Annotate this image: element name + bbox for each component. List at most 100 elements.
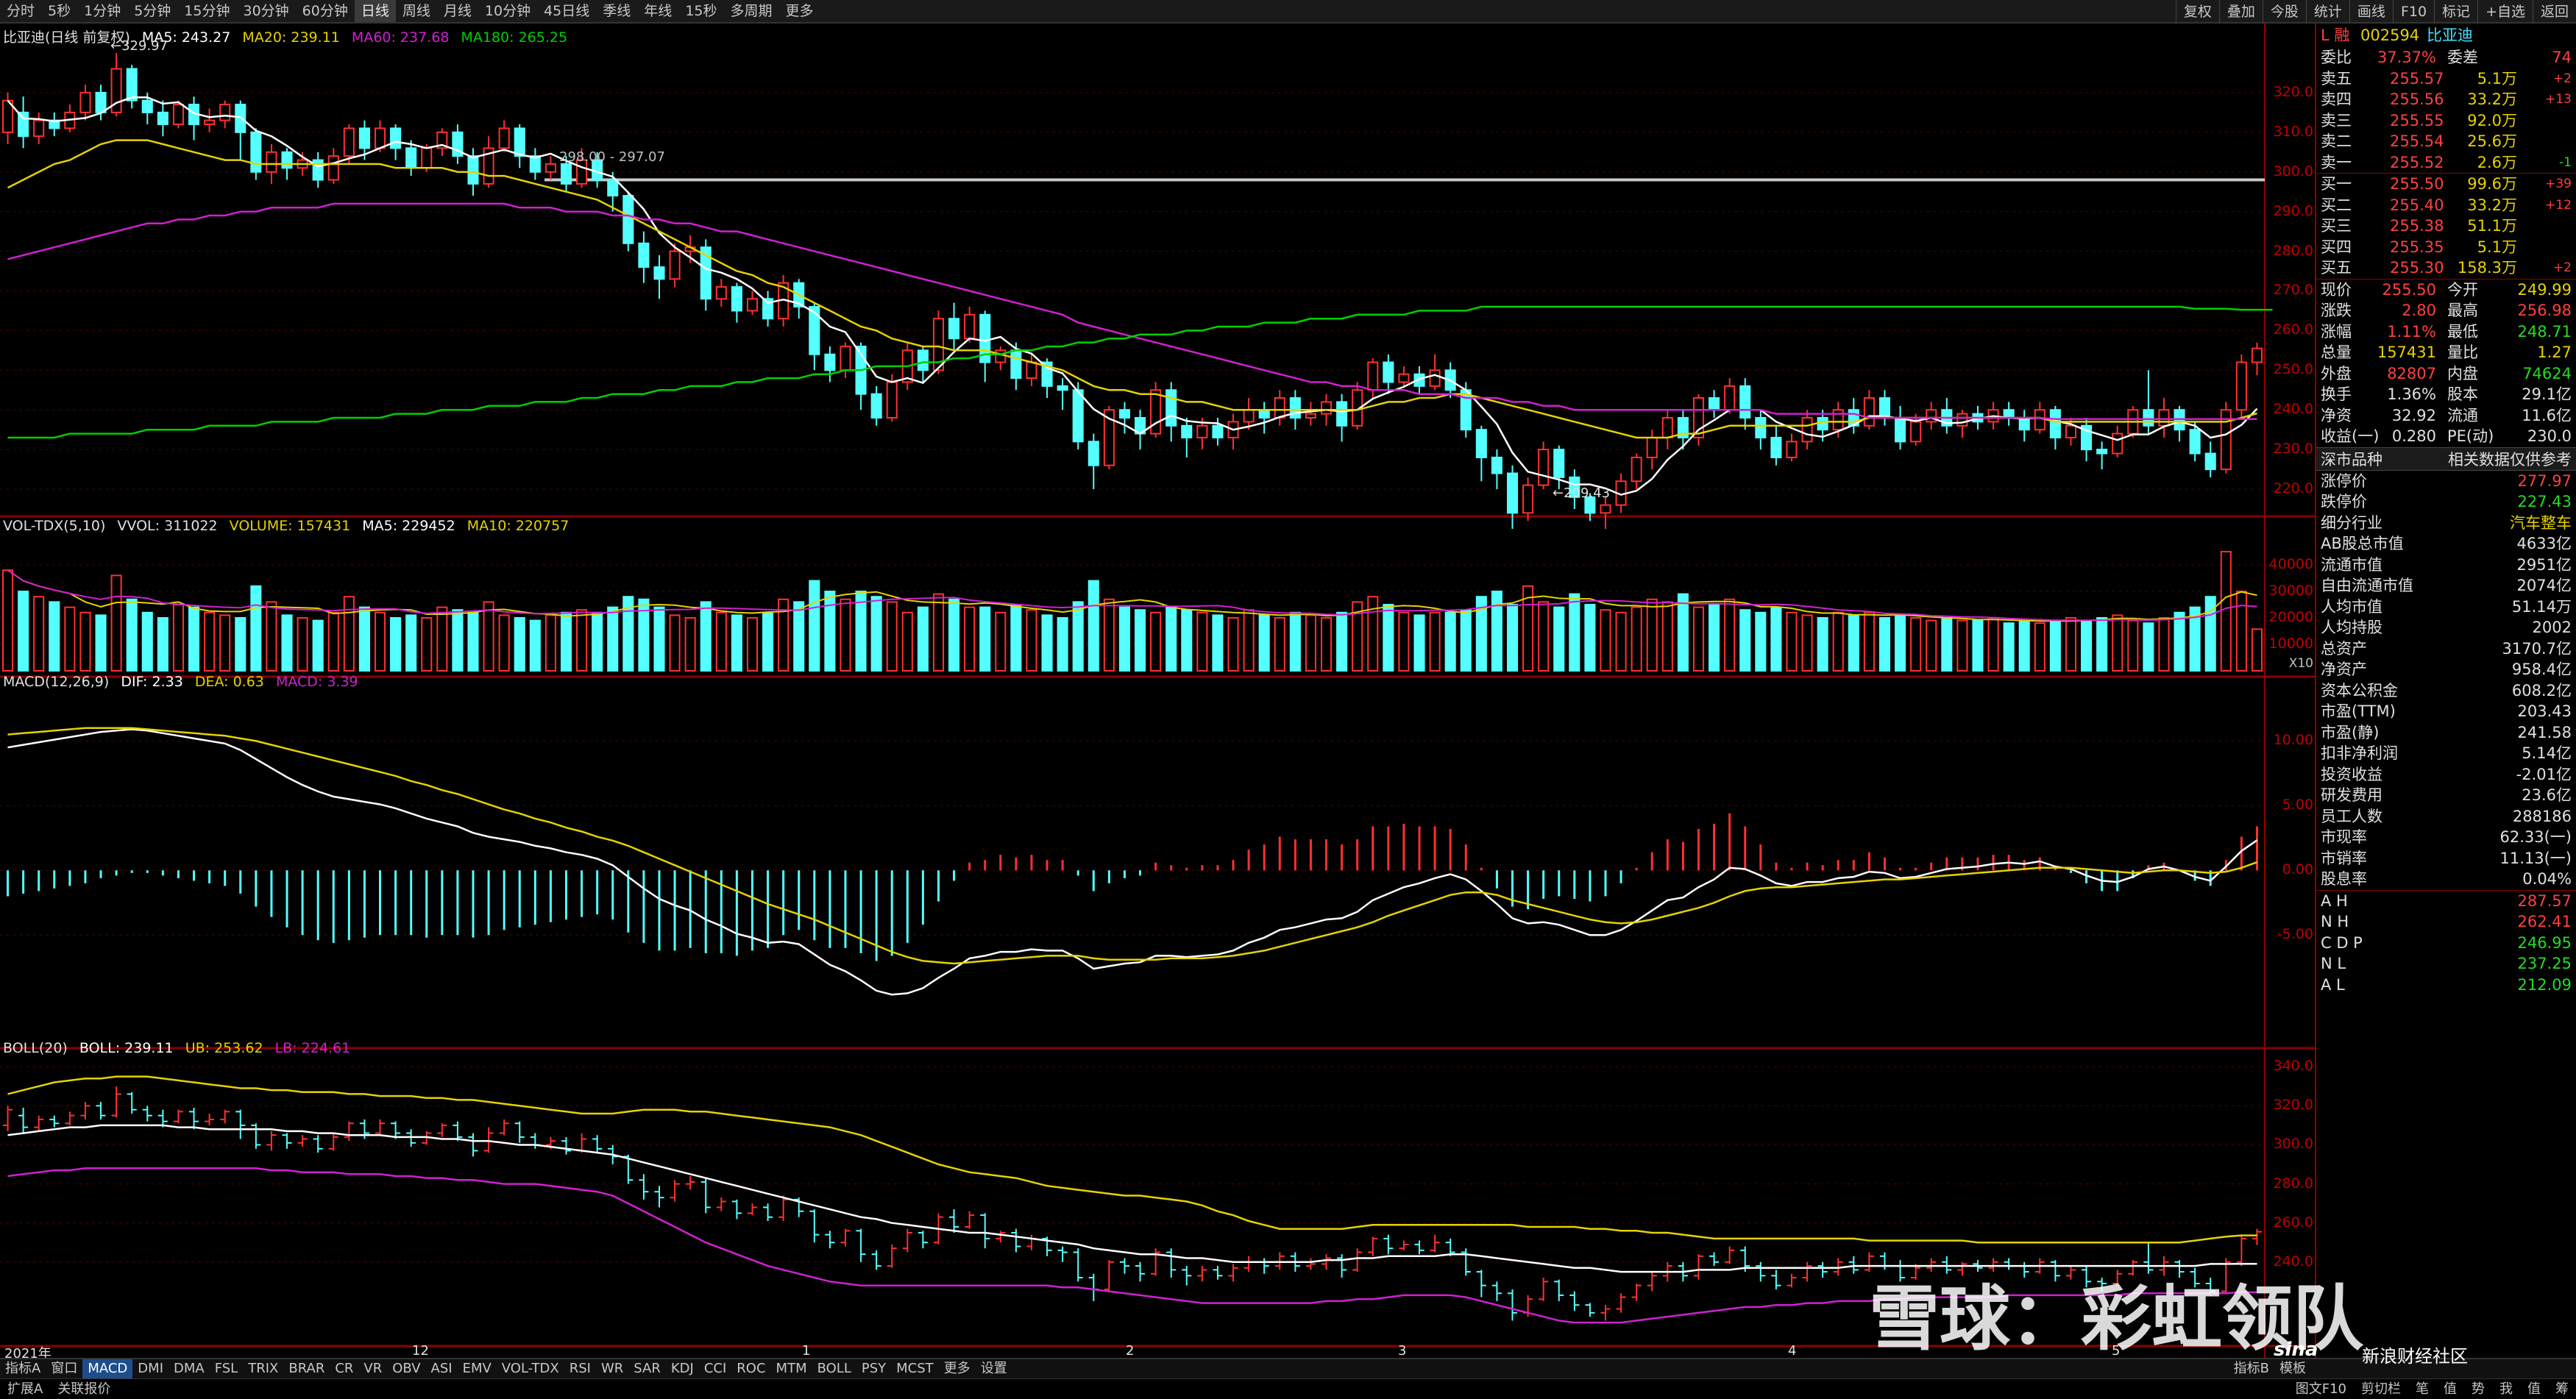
volume-bar-34 (529, 619, 541, 672)
volume-bar-119 (1848, 614, 1859, 672)
margin-tag: L 融 (2321, 26, 2350, 44)
candle-body-75 (1165, 389, 1177, 427)
candle-body-121 (1878, 397, 1891, 419)
indicator-tab-13[interactable]: VOL-TDX (497, 1359, 564, 1378)
status-right-2[interactable]: 笔 (2408, 1380, 2436, 1399)
indicator-tab-11[interactable]: ASI (426, 1359, 458, 1378)
stat-row-5-l1: 换手 (2321, 385, 2352, 403)
bid-vol-0: 99.6万 (2467, 175, 2517, 193)
volume-bar-2 (33, 596, 45, 672)
bid-row-3: 买四 255.35 5.1万 (2316, 237, 2576, 258)
candle-body-122 (1895, 417, 1906, 443)
expand-a-tab[interactable]: 扩展A (0, 1380, 50, 1399)
indicator-tab-20[interactable]: MTM (771, 1359, 812, 1378)
macd-dif-line (7, 728, 2258, 996)
period-11[interactable]: 45日线 (537, 0, 596, 22)
indicator-tab-2[interactable]: MACD (82, 1359, 133, 1378)
candle-body-22 (343, 127, 355, 157)
status-right-0[interactable]: 图文F10 (2288, 1380, 2354, 1399)
macd-axis-label-1: 5.00 (2282, 797, 2313, 814)
volume-bar-59 (917, 606, 929, 672)
indicator-tab-0[interactable]: 指标A (0, 1359, 46, 1378)
indicator-tab-17[interactable]: KDJ (666, 1359, 699, 1378)
fin-row-4-label: 人均市值 (2321, 597, 2382, 616)
period-2[interactable]: 1分钟 (77, 0, 127, 22)
period-6[interactable]: 60分钟 (296, 0, 355, 22)
indicator-tab-1[interactable]: 窗口 (46, 1359, 82, 1378)
status-right-7[interactable]: 筹 (2548, 1380, 2576, 1399)
indicator-tab-10[interactable]: OBV (387, 1359, 425, 1378)
indicator-tab-19[interactable]: ROC (731, 1359, 770, 1378)
period-10[interactable]: 10分钟 (478, 0, 537, 22)
boll-mid-line (7, 1124, 2257, 1273)
extra-row-2-label: C D P (2321, 933, 2363, 952)
period-4[interactable]: 15分钟 (177, 0, 236, 22)
period-5[interactable]: 30分钟 (236, 0, 295, 22)
indicator-tab-14[interactable]: RSI (564, 1359, 596, 1378)
period-9[interactable]: 月线 (437, 0, 478, 22)
indicator-tab-6[interactable]: TRIX (243, 1359, 283, 1378)
indicator-tab-18[interactable]: CCI (699, 1359, 731, 1378)
volume-bar-123 (1910, 617, 1922, 672)
indicator-tab-5[interactable]: FSL (210, 1359, 244, 1378)
status-right-3[interactable]: 值 (2436, 1380, 2464, 1399)
indicator-tab-16[interactable]: SAR (628, 1359, 666, 1378)
volume-bar-103 (1600, 609, 1611, 672)
huaxian-button[interactable]: 画线 (2349, 0, 2393, 24)
volume-bar-47 (731, 614, 742, 672)
status-right-5[interactable]: 我 (2492, 1380, 2520, 1399)
candle-body-26 (405, 147, 417, 169)
indicator-tab-3[interactable]: DMI (132, 1359, 168, 1378)
period-16[interactable]: 更多 (779, 0, 820, 22)
indicator-tab-15[interactable]: WR (596, 1359, 628, 1378)
indicator-tab-21[interactable]: BOLL (812, 1359, 856, 1378)
yidong-button[interactable]: 今股 (2262, 0, 2306, 24)
biaoji-button[interactable]: 标记 (2434, 0, 2477, 24)
indicator-tab-24[interactable]: 更多 (939, 1359, 976, 1378)
f10-button[interactable]: F10 (2392, 0, 2434, 24)
related-quote-tab[interactable]: 关联报价 (50, 1380, 118, 1399)
ask-price-1: 255.56 (2390, 90, 2444, 108)
date-label-3: 2 (1126, 1343, 1135, 1359)
chart-canvas[interactable] (0, 24, 2315, 1358)
status-right-1[interactable]: 剪切栏 (2354, 1380, 2408, 1399)
indicator-tab-22[interactable]: PSY (856, 1359, 891, 1378)
bid-price-3: 255.35 (2390, 238, 2444, 256)
status-right-6[interactable]: 值 (2520, 1380, 2548, 1399)
volume-bar-109 (1692, 606, 1705, 672)
volume-bar-99 (1538, 601, 1550, 672)
indicator-tab-7[interactable]: BRAR (283, 1359, 330, 1378)
indicator-tab-25[interactable]: 设置 (976, 1359, 1012, 1378)
candle-body-105 (1631, 456, 1642, 483)
back-button[interactable]: 返回 (2532, 0, 2576, 24)
period-0[interactable]: 分时 (0, 0, 41, 22)
period-3[interactable]: 5分钟 (127, 0, 177, 22)
stat-row-5: 换手 1.36% 股本 29.1亿 (2316, 384, 2576, 405)
ask-vol-1: 33.2万 (2467, 90, 2517, 108)
candle-body-35 (544, 163, 556, 173)
period-7[interactable]: 日线 (354, 0, 396, 22)
period-1[interactable]: 5秒 (41, 0, 77, 22)
tongji-button[interactable]: 统计 (2305, 0, 2349, 24)
indicator-tab-23[interactable]: MCST (891, 1359, 939, 1378)
volume-bar-10 (157, 617, 168, 672)
indicator-tab-8[interactable]: CR (330, 1359, 358, 1378)
indicator-tab-12[interactable]: EMV (458, 1359, 497, 1378)
stock-name[interactable]: 比亚迪 (2427, 24, 2473, 47)
boll-mid-label: BOLL: 239.11 (79, 1040, 174, 1056)
status-right-4[interactable]: 势 (2464, 1380, 2492, 1399)
fin-row-7-label: 净资产 (2321, 661, 2367, 678)
diejia-button[interactable]: 叠加 (2218, 0, 2263, 24)
bid-row-0: 买一 255.50 99.6万 +39 (2316, 174, 2576, 195)
period-13[interactable]: 年线 (637, 0, 678, 22)
period-8[interactable]: 周线 (396, 0, 437, 22)
indicator-tab-9[interactable]: VR (358, 1359, 387, 1378)
period-12[interactable]: 季线 (596, 0, 637, 22)
volume-bar-32 (498, 614, 510, 672)
weibi-row-l1: 委比 (2321, 49, 2352, 66)
period-15[interactable]: 多周期 (724, 0, 779, 22)
fuquan-button[interactable]: 复权 (2175, 0, 2219, 24)
period-14[interactable]: 15秒 (678, 0, 723, 22)
indicator-tab-4[interactable]: DMA (168, 1359, 210, 1378)
add-watchlist-button[interactable]: +自选 (2477, 0, 2533, 24)
